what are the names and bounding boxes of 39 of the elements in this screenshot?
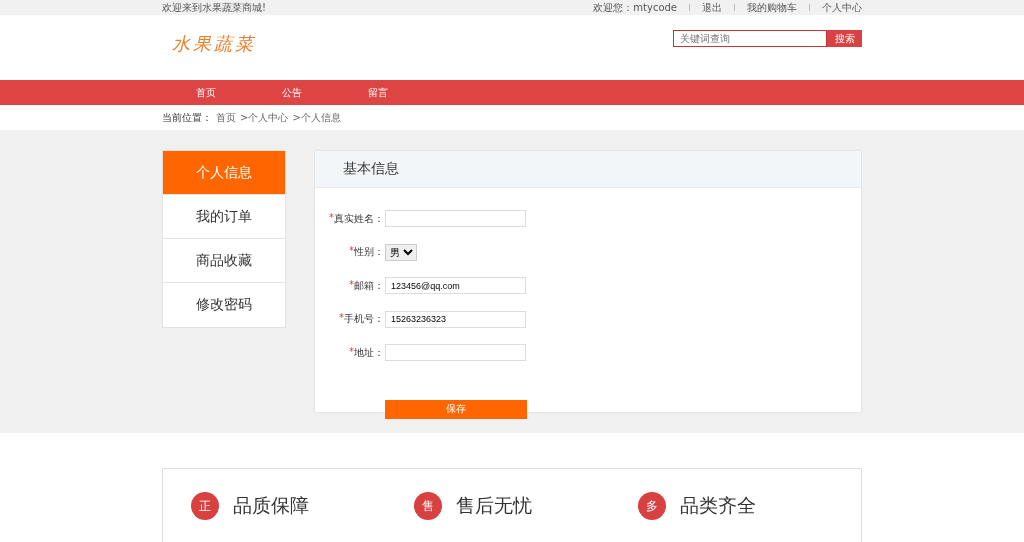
top-link[interactable]: 我的购物车 <box>747 0 797 15</box>
feature-label: 品质保障 <box>233 493 309 518</box>
feature-label: 品类齐全 <box>679 493 756 518</box>
required-mark: * <box>349 245 354 259</box>
search-field[interactable]: 关键词查询 <box>673 30 827 47</box>
input-field[interactable] <box>385 210 526 228</box>
badge-icon: 售 <box>414 492 443 520</box>
field-label: 地址： <box>354 345 384 360</box>
sidebar-item[interactable]: 商品收藏 <box>163 239 285 283</box>
sidebar-item[interactable]: 修改密码 <box>163 283 285 327</box>
top-link[interactable]: 退出 <box>702 0 722 15</box>
breadcrumb-link[interactable]: 首页 <box>216 110 236 125</box>
badge-icon: 多 <box>637 492 666 520</box>
search-button[interactable]: 搜索 <box>827 30 862 47</box>
feature-label: 售后无忧 <box>456 493 533 518</box>
nav-link[interactable]: 公告 <box>282 85 302 100</box>
required-mark: * <box>349 345 354 359</box>
required-mark: * <box>339 312 344 326</box>
breadcrumb-link[interactable]: >个人信息 <box>292 110 341 125</box>
panel-title: 基本信息 <box>343 160 399 178</box>
top-link[interactable]: 个人中心 <box>822 0 862 15</box>
gender-select[interactable]: 男 <box>385 243 417 261</box>
field-label: 真实姓名： <box>334 211 384 226</box>
input-field[interactable] <box>385 344 526 362</box>
required-mark: * <box>329 211 334 223</box>
input-field[interactable]: 15263236323 <box>385 310 526 328</box>
input-field[interactable]: 123456@qq.com <box>385 277 526 295</box>
sidebar-item[interactable]: 我的订单 <box>163 195 285 239</box>
badge-icon: 正 <box>191 492 219 520</box>
field-label: 手机号： <box>344 312 384 327</box>
welcome-text: 欢迎来到水果蔬菜商城! <box>162 0 266 15</box>
required-mark: * <box>349 278 354 292</box>
breadcrumb-label: 当前位置： <box>162 110 212 125</box>
breadcrumb-link[interactable]: >个人中心 <box>240 110 289 125</box>
field-label: 邮箱： <box>354 278 384 293</box>
user-greeting: 欢迎您：mtycode <box>593 0 677 15</box>
field-label: 性别： <box>354 245 384 260</box>
nav-link[interactable]: 首页 <box>196 85 216 100</box>
nav-link[interactable]: 留言 <box>368 85 388 100</box>
